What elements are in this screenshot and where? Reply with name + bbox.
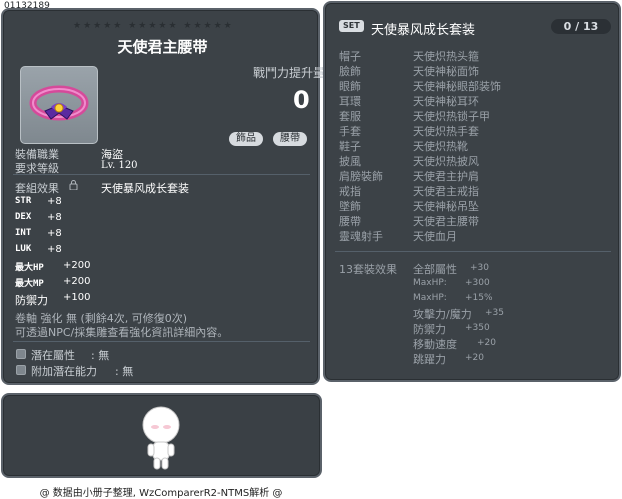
stat-name: LUK	[15, 244, 32, 254]
set-bonus-name: MaxHP:	[413, 293, 447, 303]
bonus-potential-value: : 無	[115, 365, 134, 378]
set-slot-label: 手套	[339, 125, 361, 138]
set-bonus-name: 跳躍力	[413, 353, 446, 366]
set-item-name: 天使炽热手套	[413, 125, 479, 138]
set-item-name: 天使血月	[413, 230, 457, 243]
set-item-name: 天使炽热锁子甲	[413, 110, 490, 123]
set-slot-label: 眼飾	[339, 80, 361, 93]
set-bonus-value: +300	[465, 278, 490, 288]
item-id-code: 01132189	[4, 1, 50, 11]
character-preview-panel	[1, 393, 322, 478]
character-avatar	[136, 403, 186, 471]
stat-name: 防禦力	[15, 294, 48, 307]
set-bonus-value: +15%	[465, 293, 493, 303]
set-slot-label: 肩膀裝飾	[339, 170, 383, 183]
set-title: 天使暴风成长套装	[371, 23, 476, 38]
lock-icon	[69, 180, 78, 191]
divider	[13, 174, 310, 175]
set-tooltip-panel: SET 天使暴风成长套装 0 / 13 帽子 天使炽热头箍 臉飾 天使神秘面饰 …	[323, 1, 621, 382]
set-slot-label: 戒指	[339, 185, 361, 198]
item-tooltip-panel: 01132189 ★★★★★ ★★★★★ ★★★★★ 天使君主腰带 戰鬥力提升量…	[1, 1, 325, 385]
set-bonus-name: 攻擊力/魔力	[413, 308, 472, 321]
character-figure-icon	[142, 406, 180, 470]
set-bonus-name: 防禦力	[413, 323, 446, 336]
set-slot-label: 墜飾	[339, 200, 361, 213]
category-badge-belt: 腰帶	[273, 132, 307, 146]
bonus-potential-icon	[16, 365, 26, 375]
stat-value: +8	[47, 228, 62, 239]
set-name: 天使暴风成长套装	[101, 182, 189, 195]
set-count-badge: 0 / 13	[551, 19, 611, 34]
set-item-name: 天使神秘耳环	[413, 95, 479, 108]
set-badge: SET	[339, 20, 364, 32]
set-slot-label: 套服	[339, 110, 361, 123]
divider	[13, 341, 310, 342]
potential-value: : 無	[91, 349, 110, 362]
item-icon-frame	[20, 66, 98, 144]
set-item-name: 天使炽热头箍	[413, 50, 479, 63]
set-slot-label: 靈魂射手	[339, 230, 383, 243]
stat-value: +8	[47, 244, 62, 255]
set-item-name: 天使神秘面饰	[413, 65, 479, 78]
set-bonus-name: MaxHP:	[413, 278, 447, 288]
set-bonus-value: +350	[465, 323, 490, 333]
set-effect-label: 套組效果	[15, 182, 59, 195]
stat-name: DEX	[15, 212, 32, 222]
category-badge-accessory: 飾品	[229, 132, 263, 146]
divider	[335, 251, 611, 252]
stat-name: STR	[15, 196, 32, 206]
set-bonus-name: 全部屬性	[413, 263, 457, 276]
set-slot-label: 帽子	[339, 50, 361, 63]
stat-value: +8	[47, 196, 62, 207]
set-item-name: 天使神秘吊坠	[413, 200, 479, 213]
set-item-name: 天使炽热靴	[413, 140, 468, 153]
stat-name: 最大MP	[15, 279, 44, 289]
set-bonus-name: 移動速度	[413, 338, 457, 351]
damage-increase-label: 戰鬥力提升量	[253, 66, 326, 80]
stat-value: +200	[63, 260, 91, 271]
set-slot-label: 鞋子	[339, 140, 361, 153]
potential-icon	[16, 349, 26, 359]
bonus-potential-label: 附加潛在能力	[31, 365, 97, 378]
stat-value: +200	[63, 276, 91, 287]
set-bonus-value: +35	[485, 308, 504, 318]
belt-icon	[29, 85, 89, 121]
stat-value: +8	[47, 212, 62, 223]
set-item-name: 天使君主腰带	[413, 215, 479, 228]
set-slot-label: 披風	[339, 155, 361, 168]
set-slot-label: 臉飾	[339, 65, 361, 78]
set-bonus-label: 13套裝效果	[339, 263, 397, 276]
stat-name: 最大HP	[15, 263, 44, 273]
stat-name: INT	[15, 228, 32, 238]
set-bonus-value: +20	[477, 338, 496, 348]
star-force-stars: ★★★★★ ★★★★★ ★★★★★	[73, 21, 234, 31]
set-item-name: 天使神秘眼部装饰	[413, 80, 501, 93]
enhancement-info: 可透過NPC/採集雕查看強化資訊詳細內容。	[15, 326, 229, 339]
damage-increase-value: 0	[293, 86, 310, 114]
set-slot-label: 腰帶	[339, 215, 361, 228]
set-item-name: 天使君主护肩	[413, 170, 479, 183]
set-bonus-value: +30	[470, 263, 489, 273]
potential-label: 潛在屬性	[31, 349, 75, 362]
data-credit: @ 数据由小册子整理, WzComparerR2-NTMS解析 @	[39, 488, 283, 499]
level-value: Lv. 120	[101, 160, 138, 171]
set-item-name: 天使君主戒指	[413, 185, 479, 198]
set-item-name: 天使炽热披风	[413, 155, 479, 168]
set-slot-label: 耳環	[339, 95, 361, 108]
set-bonus-value: +20	[465, 353, 484, 363]
stat-value: +100	[63, 292, 91, 303]
item-name: 天使君主腰带	[117, 38, 208, 56]
